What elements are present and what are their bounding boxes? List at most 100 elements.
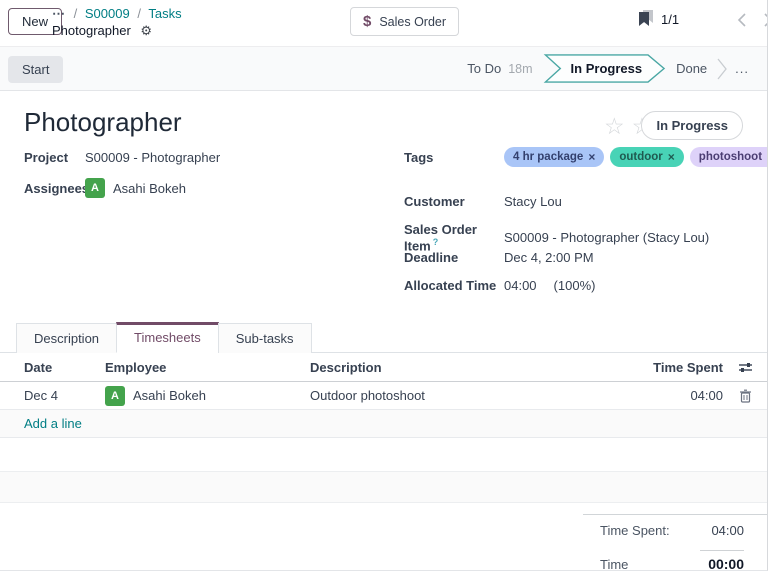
bookmark-icon[interactable] bbox=[637, 9, 655, 27]
stage-badge: In Progress bbox=[641, 111, 743, 140]
field-deadline: Deadline Dec 4, 2:00 PM bbox=[404, 250, 594, 265]
column-header-employee[interactable]: Employee bbox=[105, 360, 310, 375]
field-label: Sales Order Item? bbox=[404, 222, 504, 253]
stage-label: Done bbox=[676, 61, 707, 76]
stage-duration: 18m bbox=[508, 62, 532, 76]
add-a-line-row: Add a line bbox=[0, 410, 767, 438]
stage-more-button[interactable]: ... bbox=[727, 61, 763, 76]
empty-row bbox=[0, 438, 767, 472]
help-question-icon[interactable]: ? bbox=[433, 237, 439, 247]
sales-order-button-label: Sales Order bbox=[379, 15, 446, 29]
tab-sub-tasks[interactable]: Sub-tasks bbox=[218, 323, 312, 353]
column-header-time-spent[interactable]: Time Spent bbox=[613, 360, 723, 375]
chevron-right-icon bbox=[763, 13, 768, 27]
column-header-date[interactable]: Date bbox=[24, 360, 105, 375]
timesheet-totals: Time Spent: 04:00 Time Remaining? : 00:0… bbox=[583, 514, 767, 571]
status-bar: Start To Do 18m In Progress Done bbox=[0, 46, 767, 91]
field-label-text: Sales Order Item bbox=[404, 222, 477, 253]
assignee-name[interactable]: Asahi Bokeh bbox=[113, 181, 186, 196]
timesheet-description[interactable]: Outdoor photoshoot bbox=[310, 388, 613, 403]
stage-buttons: To Do 18m In Progress Done ... bbox=[457, 47, 763, 90]
tag-photoshoot[interactable]: photoshoot × bbox=[690, 147, 768, 167]
customer-value[interactable]: Stacy Lou bbox=[504, 194, 562, 209]
employee-avatar: A bbox=[105, 386, 125, 406]
assignee-avatar[interactable]: A bbox=[85, 178, 105, 198]
field-allocated-time: Allocated Time 04:00 (100%) bbox=[404, 278, 595, 293]
breadcrumb-separator: / bbox=[74, 6, 78, 21]
total-time-spent-row: Time Spent: 04:00 bbox=[583, 521, 767, 540]
breadcrumb-link-sale-order[interactable]: S00009 bbox=[85, 6, 130, 21]
time-spent-total-value: 04:00 bbox=[711, 523, 744, 538]
breadcrumb-link-tasks[interactable]: Tasks bbox=[148, 6, 181, 21]
field-tags: Tags 4 hr package × outdoor × photoshoot… bbox=[404, 147, 768, 167]
pager-previous-button[interactable] bbox=[730, 7, 754, 33]
breadcrumb: ⋯ / S00009 / Tasks Photographer ⚙ bbox=[52, 5, 182, 39]
field-assignees: Assignees A Asahi Bokeh bbox=[24, 178, 186, 198]
field-label: Customer bbox=[404, 194, 504, 209]
timesheet-date[interactable]: Dec 4 bbox=[24, 388, 105, 403]
field-label: Tags bbox=[404, 150, 504, 165]
notebook-tabs: Description Timesheets Sub-tasks bbox=[0, 323, 767, 353]
field-project: Project S00009 - Photographer bbox=[24, 150, 220, 165]
time-remaining-label: Time Remaining? : bbox=[600, 557, 700, 571]
time-remaining-row: Time Remaining? : 00:00 bbox=[583, 548, 767, 571]
task-title[interactable]: Photographer bbox=[24, 107, 182, 138]
breadcrumb-line-1: ⋯ / S00009 / Tasks bbox=[52, 5, 182, 22]
column-header-description[interactable]: Description bbox=[310, 360, 613, 375]
odoo-task-window: New ⋯ / S00009 / Tasks Photographer ⚙ $ … bbox=[0, 0, 768, 571]
tag-label: outdoor bbox=[619, 151, 662, 163]
task-form-sheet: Photographer ☆☆☆ In Progress Project S00… bbox=[0, 92, 767, 570]
stage-label: To Do bbox=[467, 61, 501, 76]
tag-4hr-package[interactable]: 4 hr package × bbox=[504, 147, 604, 167]
tag-remove-icon[interactable]: × bbox=[588, 150, 595, 164]
delete-row-trash-icon[interactable] bbox=[723, 389, 767, 403]
deadline-value[interactable]: Dec 4, 2:00 PM bbox=[504, 250, 594, 265]
tag-label: 4 hr package bbox=[513, 151, 583, 163]
timesheet-employee[interactable]: A Asahi Bokeh bbox=[105, 386, 310, 406]
breadcrumb-line-2: Photographer ⚙ bbox=[52, 22, 182, 39]
time-remaining-value: 00:00 bbox=[700, 550, 744, 571]
stage-label: In Progress bbox=[571, 61, 643, 76]
time-spent-total-label: Time Spent: bbox=[600, 523, 670, 538]
project-value[interactable]: S00009 - Photographer bbox=[85, 150, 220, 165]
stage-separator-chevron-icon bbox=[717, 56, 727, 82]
empty-row bbox=[0, 472, 767, 503]
field-customer: Customer Stacy Lou bbox=[404, 194, 562, 209]
tags-list: 4 hr package × outdoor × photoshoot × bbox=[504, 147, 768, 167]
field-sales-order-item: Sales Order Item? S00009 - Photographer … bbox=[404, 222, 709, 253]
field-label: Project bbox=[24, 150, 85, 165]
optional-columns-icon[interactable] bbox=[723, 361, 767, 374]
stage-to-do[interactable]: To Do 18m bbox=[457, 61, 542, 76]
sales-order-smart-button[interactable]: $ Sales Order bbox=[350, 7, 459, 36]
pager-count: 1/1 bbox=[661, 12, 679, 27]
field-label: Deadline bbox=[404, 250, 504, 265]
star-icon[interactable]: ☆ bbox=[604, 113, 625, 139]
control-panel: New ⋯ / S00009 / Tasks Photographer ⚙ $ … bbox=[0, 0, 767, 46]
dollar-icon: $ bbox=[363, 13, 371, 30]
stage-label: ... bbox=[735, 61, 749, 76]
tab-description[interactable]: Description bbox=[16, 323, 117, 353]
tag-outdoor[interactable]: outdoor × bbox=[610, 147, 683, 167]
tab-timesheets[interactable]: Timesheets bbox=[116, 322, 219, 353]
field-label: Assignees bbox=[24, 181, 85, 196]
stage-done[interactable]: Done bbox=[666, 61, 717, 76]
tag-label: photoshoot bbox=[699, 151, 762, 163]
timesheet-row[interactable]: Dec 4 A Asahi Bokeh Outdoor photoshoot 0… bbox=[0, 382, 767, 410]
timesheet-time-spent[interactable]: 04:00 bbox=[613, 388, 723, 403]
sales-order-item-value[interactable]: S00009 - Photographer (Stacy Lou) bbox=[504, 230, 709, 245]
breadcrumb-separator: / bbox=[137, 6, 141, 21]
stage-in-progress-active[interactable]: In Progress bbox=[543, 54, 667, 83]
allocated-time-percent: (100%) bbox=[554, 278, 596, 293]
allocated-time-value[interactable]: 04:00 bbox=[504, 278, 537, 293]
start-timer-button[interactable]: Start bbox=[8, 56, 63, 83]
breadcrumb-overflow-menu[interactable]: ⋯ bbox=[52, 6, 66, 21]
time-remaining-label-text: Time Remaining bbox=[600, 557, 662, 571]
actions-gear-icon[interactable]: ⚙ bbox=[140, 23, 152, 38]
field-label: Allocated Time bbox=[404, 278, 504, 293]
tag-remove-icon[interactable]: × bbox=[668, 150, 675, 164]
employee-name: Asahi Bokeh bbox=[133, 388, 206, 403]
breadcrumb-current-record: Photographer bbox=[52, 23, 131, 38]
add-a-line-link[interactable]: Add a line bbox=[24, 416, 613, 431]
chevron-left-icon bbox=[737, 13, 747, 27]
pager-next-button[interactable] bbox=[756, 7, 768, 33]
